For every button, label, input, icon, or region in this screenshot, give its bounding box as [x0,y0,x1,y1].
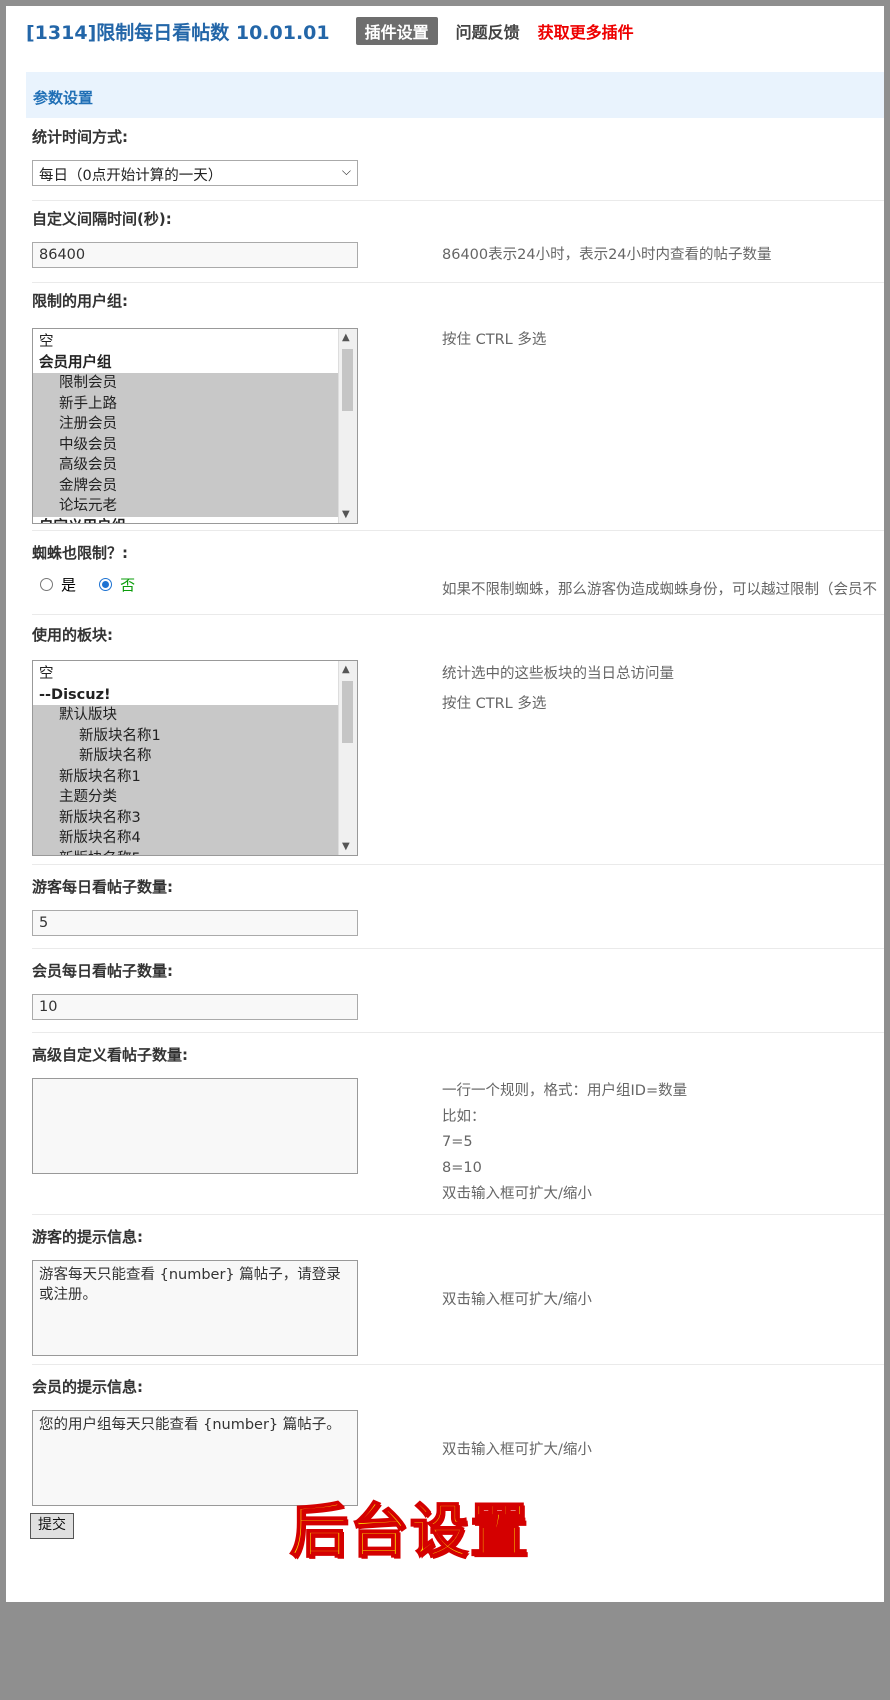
member-limit-input[interactable]: 10 [32,994,358,1020]
advanced-tip-2: 比如： [442,1109,486,1125]
list-option[interactable]: --Discuz! [33,685,339,706]
advanced-tip-3: 7=5 [442,1134,473,1150]
chevron-down-icon: ⌵ [341,164,351,178]
list-option[interactable]: 高级会员 [33,455,339,476]
scroll-up-icon[interactable]: ▲ [342,664,350,675]
row-guest-limit: 游客每日看帖子数量: 5 [32,864,884,949]
list-option[interactable]: 默认版块 [33,705,339,726]
list-option[interactable]: 自定义用户组 [33,517,339,524]
member-message-label: 会员的提示信息: [32,1378,143,1396]
interval-label: 自定义间隔时间(秒): [32,210,172,228]
section-title: 参数设置 [33,89,94,107]
scrollbar[interactable]: ▲ ▼ [338,661,357,855]
scroll-thumb[interactable] [342,681,353,743]
stat-mode-select[interactable]: 每日（0点开始计算的一天） ⌵ [32,160,358,186]
stat-mode-value: 每日（0点开始计算的一天） [39,168,223,184]
groups-label: 限制的用户组: [32,292,128,310]
row-advanced: 高级自定义看帖子数量: 一行一个规则，格式：用户组ID=数量 比如： 7=5 8… [32,1032,884,1215]
stat-mode-label: 统计时间方式: [32,128,128,146]
guest-message-tip: 双击输入框可扩大/缩小 [442,1292,592,1308]
header: [1314]限制每日看帖数 10.01.01 插件设置 问题反馈 获取更多插件 [26,16,652,46]
advanced-label: 高级自定义看帖子数量: [32,1046,188,1064]
list-option[interactable]: 主题分类 [33,787,339,808]
interval-tip: 86400表示24小时，表示24小时内查看的帖子数量 [442,247,772,263]
list-option[interactable]: 新版块名称4 [33,828,339,849]
spider-yes-radio[interactable]: 是 [40,574,76,595]
list-option[interactable]: 新手上路 [33,393,339,414]
spider-no-radio[interactable]: 否 [99,574,135,595]
advanced-textarea[interactable] [32,1078,358,1174]
banner-title: 后台设置 [289,1496,531,1566]
row-member-limit: 会员每日看帖子数量: 10 [32,948,884,1033]
boards-label: 使用的板块: [32,626,113,644]
scroll-up-icon[interactable]: ▲ [342,332,350,343]
spider-yes-label: 是 [61,576,77,594]
row-stat-mode: 统计时间方式: 每日（0点开始计算的一天） ⌵ [32,118,884,201]
list-option[interactable]: 新版块名称1 [33,725,339,746]
settings-page: [1314]限制每日看帖数 10.01.01 插件设置 问题反馈 获取更多插件 … [6,6,884,1602]
list-option[interactable]: 限制会员 [33,373,339,394]
member-message-tip: 双击输入框可扩大/缩小 [442,1442,592,1458]
scroll-thumb[interactable] [342,349,353,411]
boards-tip-2: 按住 CTRL 多选 [442,696,547,712]
boards-multiselect[interactable]: 空 --Discuz! 默认版块 新版块名称1 新版块名称 新版块名称1 主题分类 新版块名称… [32,660,358,856]
tab-plugin-settings[interactable]: 插件设置 [355,17,438,45]
tab-more-plugins[interactable]: 获取更多插件 [538,19,634,43]
advanced-tip-4: 8=10 [442,1160,482,1176]
list-option[interactable]: 会员用户组 [33,353,339,374]
row-interval: 自定义间隔时间(秒): 86400 86400表示24小时，表示24小时内查看的… [32,200,884,283]
guest-limit-label: 游客每日看帖子数量: [32,878,173,896]
row-boards: 使用的板块: 空 --Discuz! 默认版块 新版块名称1 新版块名称 新版块名称1 主题… [32,614,884,865]
list-option[interactable]: 金牌会员 [33,475,339,496]
list-option[interactable]: 注册会员 [33,414,339,435]
scroll-down-icon[interactable]: ▼ [342,509,350,520]
list-option[interactable]: 空 [33,664,339,685]
spider-radio-group: 是 否 [40,574,153,595]
row-guest-message: 游客的提示信息: 游客每天只能查看 {number} 篇帖子，请登录或注册。 双… [32,1214,884,1365]
spider-no-label: 否 [120,576,136,594]
advanced-tip-5: 双击输入框可扩大/缩小 [442,1186,592,1202]
spider-label: 蜘蛛也限制？: [32,544,128,562]
row-groups: 限制的用户组: 空会员用户组 限制会员 新手上路 注册会员 中级会员 高级会员 金牌会员 论坛… [32,282,884,531]
radio-icon[interactable] [40,578,53,591]
guest-message-label: 游客的提示信息: [32,1228,143,1246]
groups-tip: 按住 CTRL 多选 [442,332,547,348]
radio-checked-icon[interactable] [99,578,113,591]
list-option[interactable]: 新版块名称3 [33,807,339,828]
row-spider: 蜘蛛也限制？: 是 否 如果不限制蜘蛛，那么游客伪造成蜘蛛身份，可以越过限制（会… [32,530,884,615]
boards-tip-1: 统计选中的这些板块的当日总访问量 [442,666,674,682]
scroll-down-icon[interactable]: ▼ [342,841,350,852]
advanced-tip-1: 一行一个规则，格式：用户组ID=数量 [442,1083,688,1099]
guest-limit-input[interactable]: 5 [32,910,358,936]
tab-feedback[interactable]: 问题反馈 [456,19,520,43]
list-option[interactable]: 空 [33,332,339,353]
list-option[interactable]: 新版块名称5 [33,848,339,855]
section-header: 参数设置 [26,72,884,118]
guest-message-textarea[interactable]: 游客每天只能查看 {number} 篇帖子，请登录或注册。 [32,1260,358,1356]
list-option[interactable]: 新版块名称1 [33,766,339,787]
groups-multiselect[interactable]: 空会员用户组限制会员新手上路注册会员中级会员高级会员金牌会员论坛元老自定义用户组… [32,328,358,524]
submit-button[interactable]: 提交 [30,1513,74,1539]
scrollbar[interactable]: ▲ ▼ [338,329,357,523]
interval-input[interactable]: 86400 [32,242,358,268]
plugin-title: [1314]限制每日看帖数 10.01.01 [26,21,330,44]
list-option[interactable]: 新版块名称 [33,746,339,767]
list-option[interactable]: 论坛元老 [33,496,339,517]
member-limit-label: 会员每日看帖子数量: [32,962,173,980]
list-option[interactable]: 中级会员 [33,434,339,455]
spider-tip: 如果不限制蜘蛛，那么游客伪造成蜘蛛身份，可以越过限制（会员不 [442,582,877,598]
